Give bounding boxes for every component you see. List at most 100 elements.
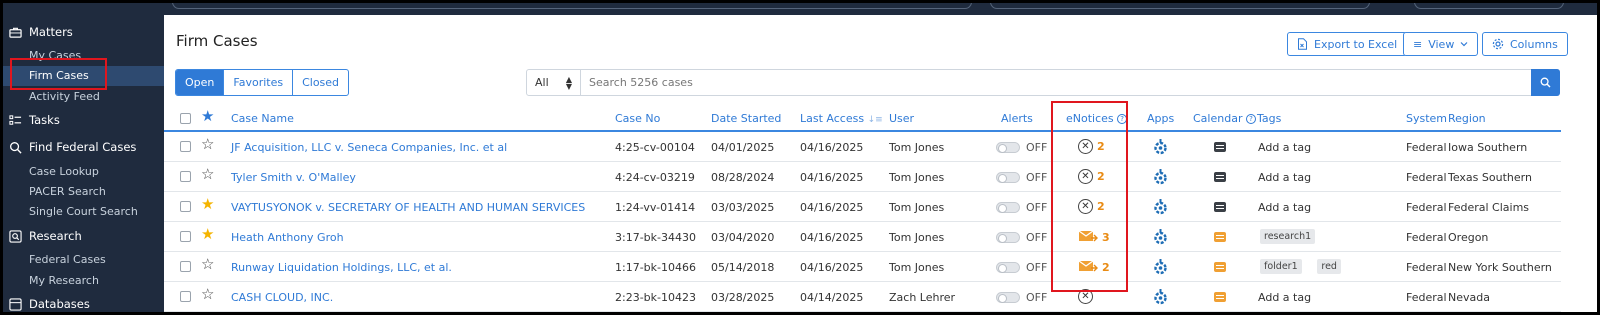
- calendar-icon[interactable]: [1214, 232, 1226, 242]
- column-header-region[interactable]: Region: [1448, 112, 1486, 125]
- tab-open[interactable]: Open: [176, 70, 225, 95]
- last-access: 04/16/2025: [800, 201, 864, 214]
- row-checkbox[interactable]: [180, 201, 191, 212]
- table-row[interactable]: ★ Heath Anthony Groh 3:17-bk-34430 03/04/20…: [164, 222, 1561, 252]
- select-all-checkbox[interactable]: [180, 113, 191, 124]
- region: Iowa Southern: [1448, 141, 1528, 154]
- sidebar-section-find-federal-cases[interactable]: Find Federal Cases: [9, 140, 136, 154]
- table-row[interactable]: ☆ JF Acquisition, LLC v. Seneca Companies…: [164, 132, 1561, 162]
- columns-button[interactable]: Columns: [1482, 32, 1568, 56]
- calendar-icon[interactable]: [1214, 142, 1226, 152]
- tag-chip[interactable]: folder1: [1260, 259, 1302, 274]
- view-dropdown-button[interactable]: ≡ View: [1403, 32, 1479, 56]
- app-gear-icon[interactable]: [1153, 198, 1168, 219]
- sidebar-item-activity-feed[interactable]: Activity Feed: [29, 90, 100, 103]
- tag-chip[interactable]: red: [1317, 259, 1341, 274]
- last-access: 04/16/2025: [800, 261, 864, 274]
- sidebar-item-single-court-search[interactable]: Single Court Search: [29, 205, 138, 218]
- row-checkbox[interactable]: [180, 261, 191, 272]
- top-bar-field-secondary[interactable]: [1414, 3, 1564, 9]
- alert-toggle[interactable]: [996, 292, 1020, 303]
- scope-select[interactable]: All ▲ ▼: [527, 70, 581, 95]
- column-header-tags[interactable]: Tags: [1257, 112, 1281, 125]
- sidebar-section-tasks[interactable]: Tasks: [9, 113, 60, 127]
- case-name-link[interactable]: Heath Anthony Groh: [231, 231, 344, 244]
- top-bar-field[interactable]: [990, 3, 1370, 9]
- row-checkbox[interactable]: [180, 141, 191, 152]
- alert-state: OFF: [1026, 171, 1048, 184]
- sidebar-section-research[interactable]: Research: [9, 229, 82, 243]
- gear-icon: [1492, 38, 1504, 50]
- table-row[interactable]: ☆ Runway Liquidation Holdings, LLC, et al…: [164, 252, 1561, 282]
- sidebar-item-federal-cases[interactable]: Federal Cases: [29, 253, 106, 266]
- column-header-alerts[interactable]: Alerts: [1001, 112, 1033, 125]
- star-filled-icon[interactable]: ★: [201, 227, 214, 242]
- date-started: 04/01/2025: [711, 141, 775, 154]
- export-to-excel-button[interactable]: Export to Excel: [1287, 32, 1408, 56]
- last-access: 04/14/2025: [800, 291, 864, 304]
- add-tag-link[interactable]: Add a tag: [1258, 171, 1311, 184]
- star-outline-icon[interactable]: ☆: [201, 287, 214, 302]
- add-tag-link[interactable]: Add a tag: [1258, 201, 1311, 214]
- column-header-case-name[interactable]: Case Name: [231, 112, 294, 125]
- column-header-last-access[interactable]: Last Access ↓≡: [800, 112, 883, 125]
- tab-closed[interactable]: Closed: [293, 70, 348, 95]
- search-submit-button[interactable]: [1531, 69, 1560, 96]
- app-gear-icon[interactable]: [1153, 288, 1168, 309]
- column-header-apps[interactable]: Apps: [1147, 112, 1174, 125]
- column-header-user[interactable]: User: [889, 112, 914, 125]
- calendar-icon[interactable]: [1214, 172, 1226, 182]
- star-header-icon[interactable]: ★: [201, 109, 214, 124]
- case-name-link[interactable]: Runway Liquidation Holdings, LLC, et al.: [231, 261, 452, 274]
- date-started: 03/03/2025: [711, 201, 775, 214]
- alert-toggle[interactable]: [996, 142, 1020, 153]
- page-title: Firm Cases: [176, 32, 258, 50]
- add-tag-link[interactable]: Add a tag: [1258, 141, 1311, 154]
- app-gear-icon[interactable]: [1153, 228, 1168, 249]
- region: New York Southern: [1448, 261, 1552, 274]
- app-gear-icon[interactable]: [1153, 138, 1168, 159]
- sidebar-item-case-lookup[interactable]: Case Lookup: [29, 165, 99, 178]
- sidebar-section-matters[interactable]: Matters: [9, 25, 73, 39]
- app-gear-icon[interactable]: [1153, 168, 1168, 189]
- star-outline-icon[interactable]: ☆: [201, 257, 214, 272]
- scope-select-value: All: [535, 76, 549, 89]
- tag-chip[interactable]: research1: [1260, 229, 1316, 244]
- date-started: 08/28/2024: [711, 171, 775, 184]
- alert-toggle[interactable]: [996, 262, 1020, 273]
- case-name-link[interactable]: VAYTUSYONOK v. SECRETARY OF HEALTH AND H…: [231, 201, 585, 214]
- table-row[interactable]: ★ VAYTUSYONOK v. SECRETARY OF HEALTH AND …: [164, 192, 1561, 222]
- sidebar-item-my-research[interactable]: My Research: [29, 274, 99, 287]
- column-header-date-started[interactable]: Date Started: [711, 112, 781, 125]
- case-name-link[interactable]: JF Acquisition, LLC v. Seneca Companies,…: [231, 141, 507, 154]
- column-header-system[interactable]: System: [1406, 112, 1447, 125]
- tab-favorites[interactable]: Favorites: [224, 70, 294, 95]
- column-header-calendar[interactable]: Calendar ?: [1193, 112, 1256, 125]
- table-row[interactable]: ☆ Tyler Smith v. O'Malley 4:24-cv-03219 08/…: [164, 162, 1561, 192]
- case-name-link[interactable]: Tyler Smith v. O'Malley: [231, 171, 356, 184]
- alert-toggle[interactable]: [996, 172, 1020, 183]
- calendar-icon[interactable]: [1214, 292, 1226, 302]
- case-search-input[interactable]: [581, 76, 1481, 89]
- case-name-link[interactable]: CASH CLOUD, INC.: [231, 291, 333, 304]
- sidebar-item-pacer-search[interactable]: PACER Search: [29, 185, 106, 198]
- help-icon[interactable]: ?: [1245, 114, 1256, 124]
- calendar-icon[interactable]: [1214, 202, 1226, 212]
- star-outline-icon[interactable]: ☆: [201, 137, 214, 152]
- row-checkbox[interactable]: [180, 171, 191, 182]
- row-checkbox[interactable]: [180, 291, 191, 302]
- table-row[interactable]: ☆ CASH CLOUD, INC. 2:23-bk-10423 03/28/2025…: [164, 282, 1561, 312]
- alert-toggle[interactable]: [996, 232, 1020, 243]
- alert-state: OFF: [1026, 231, 1048, 244]
- date-started: 05/14/2018: [711, 261, 775, 274]
- add-tag-link[interactable]: Add a tag: [1258, 291, 1311, 304]
- star-filled-icon[interactable]: ★: [201, 197, 214, 212]
- global-search-pill[interactable]: [172, 3, 972, 9]
- column-header-case-no[interactable]: Case No: [615, 112, 660, 125]
- row-checkbox[interactable]: [180, 231, 191, 242]
- star-outline-icon[interactable]: ☆: [201, 167, 214, 182]
- sidebar-section-databases[interactable]: Databases: [9, 297, 90, 311]
- alert-toggle[interactable]: [996, 202, 1020, 213]
- app-gear-icon[interactable]: [1153, 258, 1168, 279]
- calendar-icon[interactable]: [1214, 262, 1226, 272]
